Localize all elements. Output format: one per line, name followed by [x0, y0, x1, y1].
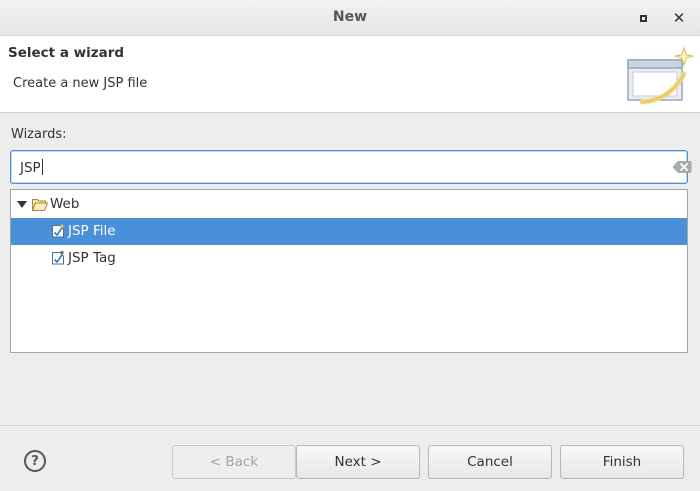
help-icon: ? — [31, 453, 39, 469]
tree-item-jsp-file[interactable]: JSP File — [11, 218, 687, 245]
maximize-button[interactable] — [635, 10, 651, 26]
expander-open-icon[interactable] — [17, 201, 27, 208]
window-title: New — [332, 9, 368, 25]
back-button[interactable]: < Back — [172, 445, 296, 479]
close-icon: ✕ — [672, 9, 686, 27]
wizard-banner: Select a wizard Create a new JSP file — [0, 36, 700, 113]
wizards-label: Wizards: — [11, 127, 67, 142]
text-caret — [41, 159, 43, 175]
jsp-tag-icon — [52, 250, 64, 265]
next-button[interactable]: Next > — [296, 445, 420, 479]
title-bar: New ✕ — [0, 0, 700, 36]
tree-item-label: Web — [50, 196, 80, 212]
clear-text-icon[interactable] — [672, 160, 692, 174]
wizard-filter-input[interactable]: JSP — [10, 150, 692, 184]
folder-open-icon — [32, 199, 48, 211]
new-wizard-icon — [627, 46, 694, 105]
help-button[interactable]: ? — [24, 450, 46, 472]
banner-heading: Select a wizard — [8, 45, 125, 61]
banner-description: Create a new JSP file — [13, 76, 148, 91]
close-button[interactable]: ✕ — [671, 9, 687, 27]
filter-value-wrap: JSP — [20, 159, 43, 176]
cancel-button[interactable]: Cancel — [428, 445, 552, 479]
tree-item-jsp-tag[interactable]: JSP Tag — [11, 245, 687, 272]
tree-item-label: JSP File — [68, 223, 116, 239]
wizard-tree[interactable]: Web JSP File JSP Tag — [10, 189, 688, 353]
maximize-icon — [639, 14, 647, 22]
tree-item-web[interactable]: Web — [11, 191, 687, 218]
filter-value: JSP — [20, 160, 41, 176]
tree-item-label: JSP Tag — [68, 250, 116, 266]
jsp-file-icon — [52, 223, 65, 238]
finish-button[interactable]: Finish — [560, 445, 684, 479]
footer-divider — [0, 425, 700, 426]
